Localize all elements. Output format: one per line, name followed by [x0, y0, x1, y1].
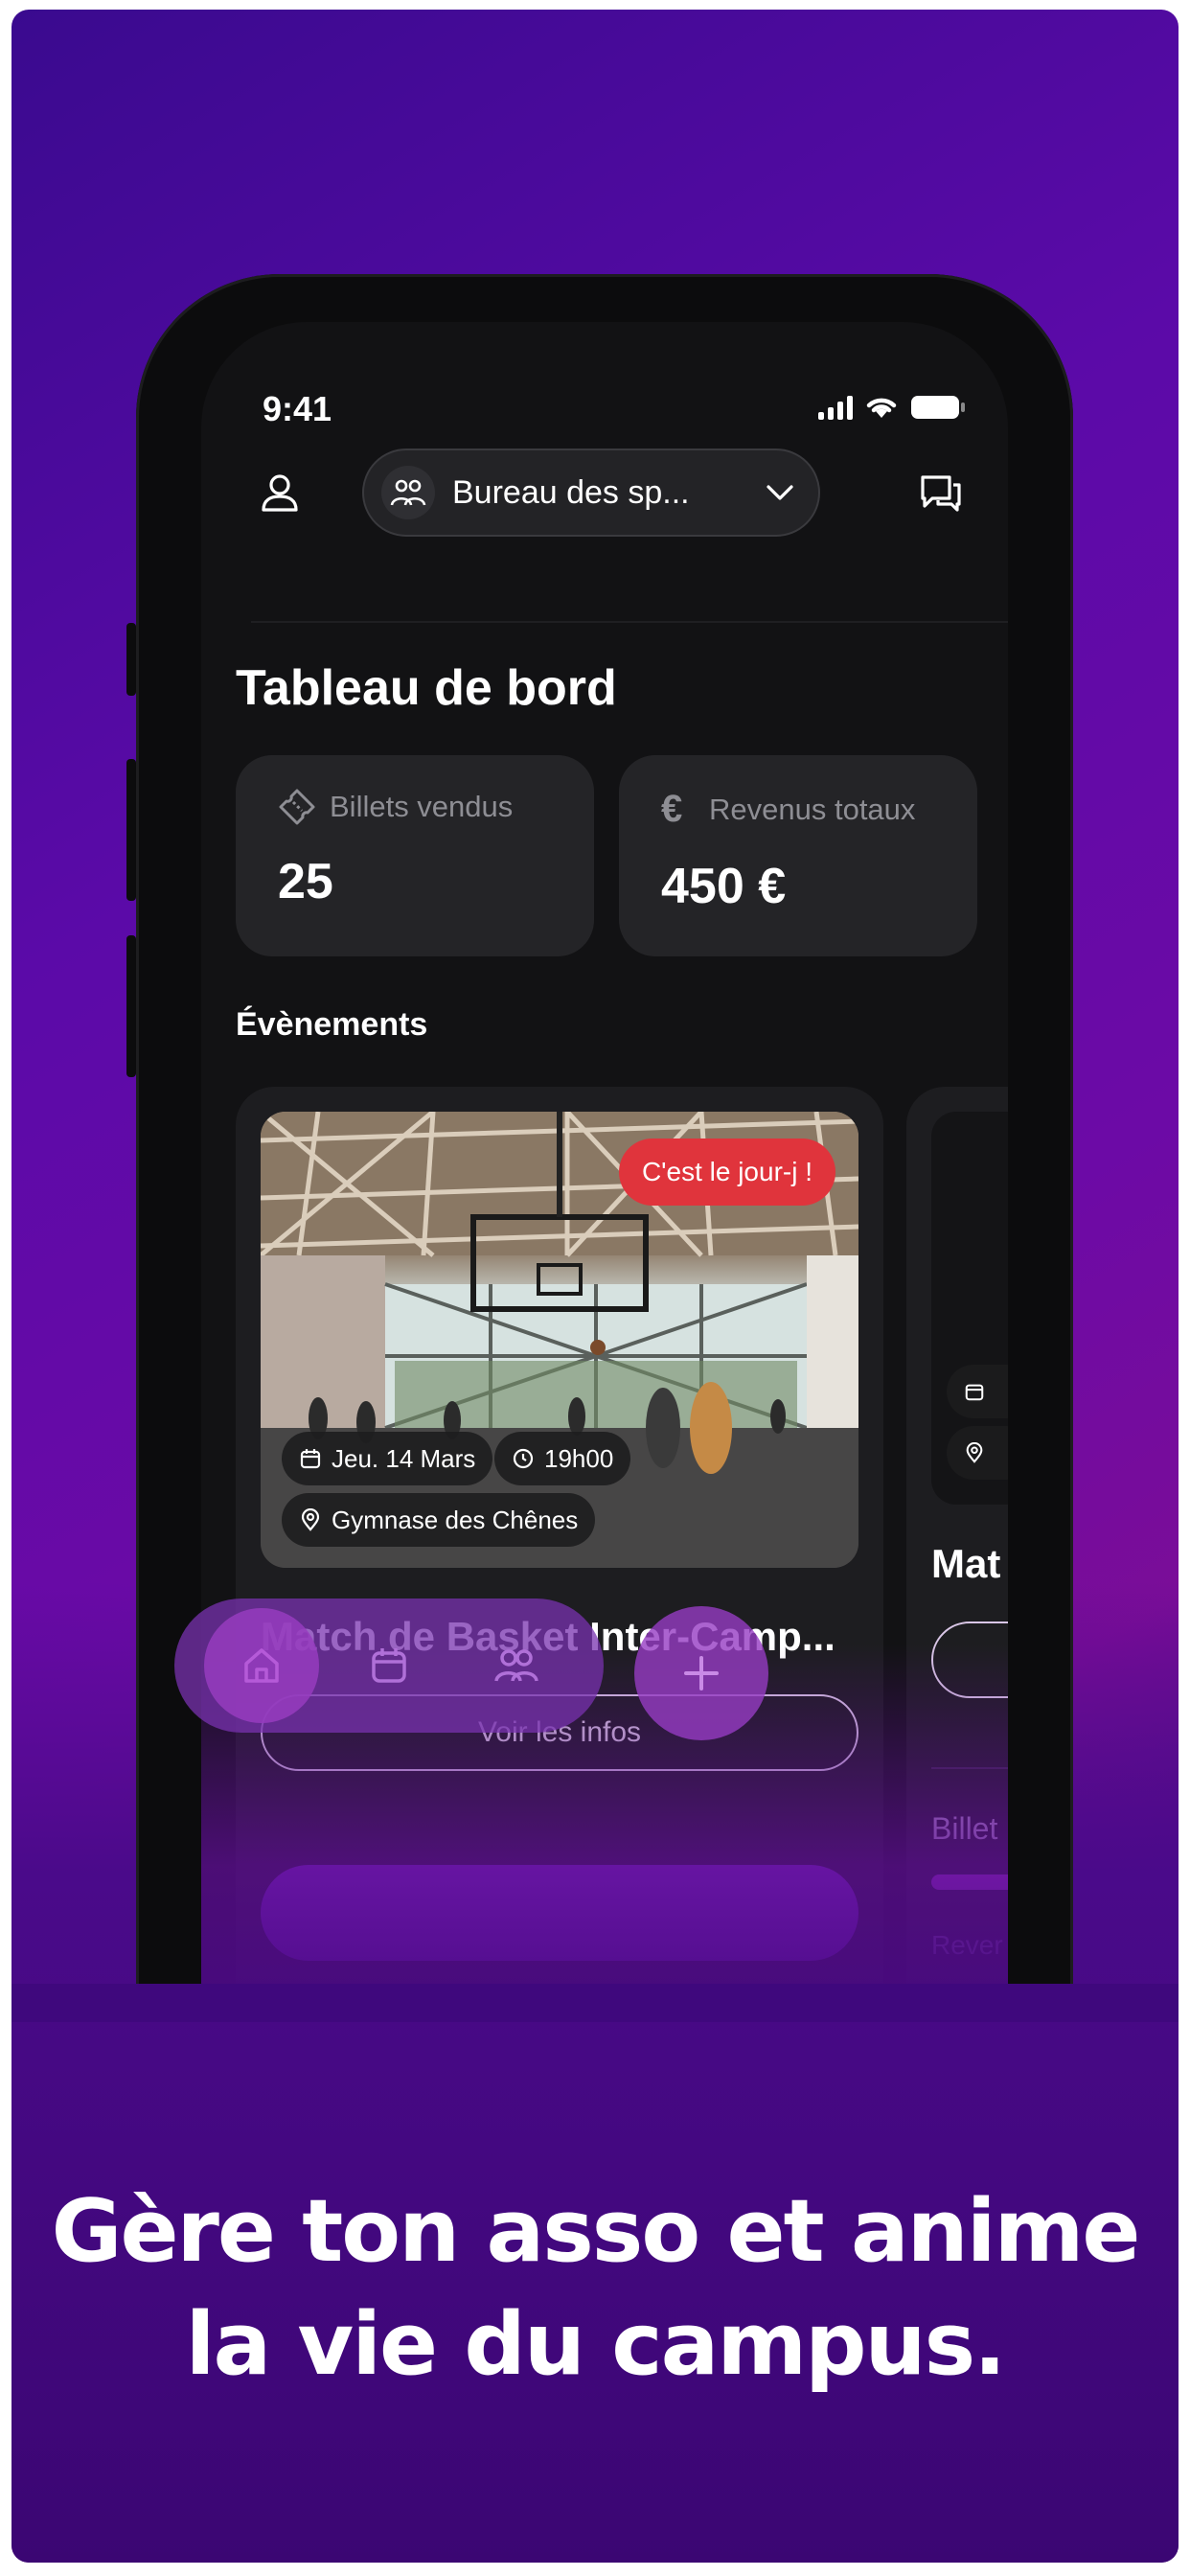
revenue-label: Rever [931, 1930, 1003, 1960]
chevron-down-icon [767, 485, 793, 500]
event-time: 19h00 [544, 1443, 614, 1473]
location-chip [947, 1426, 1008, 1480]
clock-icon [513, 1448, 534, 1469]
plus-icon [684, 1656, 719, 1690]
event-card-peek[interactable]: Mat Billet Rever [906, 1087, 1008, 1999]
status-icons [818, 393, 966, 420]
home-icon [243, 1648, 279, 1683]
page-title: Tableau de bord [236, 660, 617, 716]
association-name: Bureau des sp... [452, 473, 690, 511]
location-chip: Gymnase des Chênes [282, 1493, 596, 1547]
stat-label: Revenus totaux [709, 792, 916, 826]
location-pin-icon [966, 1442, 983, 1463]
messages-button[interactable] [912, 464, 970, 521]
stat-label-row: € Revenus totaux [661, 788, 935, 831]
stat-value: 25 [278, 854, 333, 909]
association-selector[interactable]: Bureau des sp... [362, 448, 820, 537]
calendar-icon [300, 1449, 321, 1469]
phone-mockup: 9:41 Bureau des sp... Tableau de bord Bi… [136, 274, 1073, 1999]
event-title: Mat [931, 1541, 1001, 1586]
stat-card-revenue: € Revenus totaux 450 € [619, 755, 977, 956]
date-chip: Jeu. 14 Mars [282, 1432, 493, 1485]
phone-volume-up [126, 759, 136, 901]
location-pin-icon [301, 1508, 320, 1531]
euro-icon: € [661, 788, 683, 830]
event-card[interactable]: C'est le jour-j ! Jeu. 14 Mars 19h00 Gym… [236, 1087, 883, 1999]
tab-calendar[interactable] [332, 1608, 446, 1723]
headline-line-2: la vie du campus. [185, 2294, 1007, 2395]
wifi-icon [866, 398, 897, 418]
profile-icon [262, 474, 298, 512]
view-info-button[interactable] [931, 1622, 1008, 1698]
event-image [931, 1112, 1008, 1505]
tickets-progress-bar [931, 1874, 1008, 1890]
event-image: C'est le jour-j ! Jeu. 14 Mars 19h00 Gym… [261, 1112, 858, 1568]
time-chip: 19h00 [494, 1432, 631, 1485]
calendar-icon [372, 1648, 406, 1683]
phone-action-button [126, 623, 136, 696]
tab-home[interactable] [203, 1608, 319, 1723]
headline-line-1: Gère ton asso et anime [51, 2181, 1141, 2282]
primary-action-button[interactable] [261, 1865, 858, 1961]
ticket-icon [279, 789, 315, 825]
stat-label-row: Billets vendus [278, 788, 552, 826]
tab-bar [174, 1598, 604, 1733]
group-icon [381, 466, 435, 519]
status-time: 9:41 [263, 389, 332, 428]
stat-value: 450 € [661, 859, 787, 914]
stat-label: Billets vendus [330, 790, 514, 823]
event-location: Gymnase des Chênes [332, 1505, 579, 1534]
profile-button[interactable] [251, 464, 309, 521]
today-badge: C'est le jour-j ! [618, 1138, 835, 1206]
chat-icon [921, 475, 961, 512]
events-section-title: Évènements [236, 1006, 428, 1043]
add-button[interactable] [634, 1606, 768, 1740]
phone-volume-down [126, 935, 136, 1077]
event-date: Jeu. 14 Mars [332, 1443, 476, 1473]
marketing-headline: Gère ton asso et anime la vie du campus. [0, 2175, 1190, 2402]
app-screen: 9:41 Bureau des sp... Tableau de bord Bi… [201, 322, 1008, 1999]
calendar-icon [965, 1384, 984, 1401]
signal-icon [818, 395, 853, 420]
battery-icon [911, 396, 965, 419]
group-icon [494, 1649, 539, 1682]
date-chip [947, 1365, 1008, 1418]
stat-card-tickets: Billets vendus 25 [236, 755, 594, 956]
card-divider [931, 1767, 1008, 1769]
tab-associations[interactable] [459, 1608, 574, 1723]
tickets-label: Billet [931, 1811, 998, 1846]
header-divider [251, 621, 1008, 623]
background-gradient [11, 1984, 1179, 2022]
